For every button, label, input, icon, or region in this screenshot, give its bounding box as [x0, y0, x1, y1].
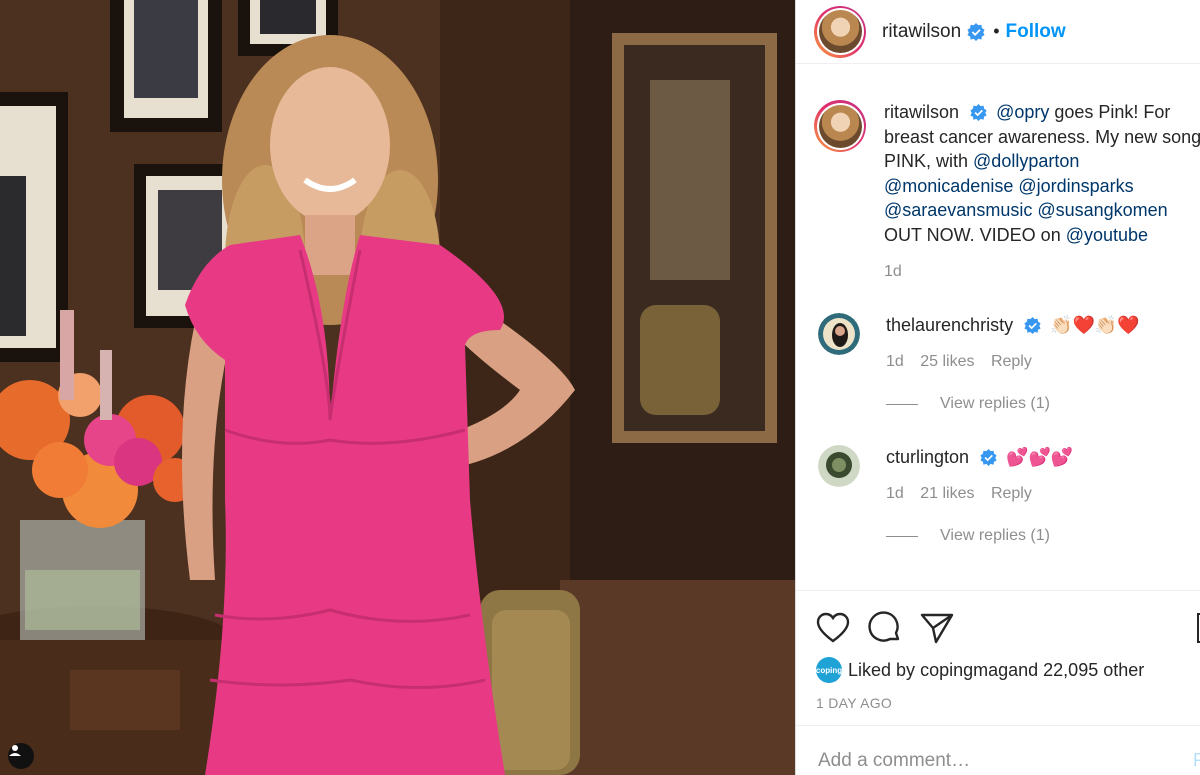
author-avatar[interactable]	[814, 5, 866, 58]
add-comment-bar: P	[796, 725, 1200, 775]
comment-username[interactable]: thelaurenchristy	[886, 315, 1013, 335]
comment-age: 1d	[886, 353, 904, 370]
replies-divider	[886, 403, 918, 405]
liked-by-prefix: Liked by	[848, 659, 916, 680]
mention-link[interactable]: @youtube	[1066, 225, 1148, 245]
commenter-avatar[interactable]	[818, 445, 860, 487]
mention-link[interactable]: @dollyparton	[973, 151, 1079, 171]
mention-link[interactable]: @opry	[996, 102, 1049, 122]
caption-username[interactable]: ritawilson	[884, 102, 959, 122]
reply-button[interactable]: Reply	[991, 353, 1032, 370]
caption-body: @opry goes Pink! For breast cancer aware…	[884, 102, 1200, 245]
comment-username[interactable]: cturlington	[886, 447, 969, 467]
photo-illustration	[0, 0, 795, 775]
mention-link[interactable]: @susangkomen	[1037, 200, 1167, 220]
comment-item: cturlington 💕💕💕 1d 21 likes Reply	[796, 445, 1200, 503]
verified-badge-icon	[970, 104, 987, 121]
mirror	[612, 33, 777, 443]
post-timestamp: 1 DAY AGO	[816, 695, 893, 711]
header-separator: •	[993, 21, 1000, 41]
mention-link[interactable]: @saraevansmusic	[884, 200, 1032, 220]
comment-text: 💕💕💕	[1006, 447, 1074, 467]
post-caption: ritawilson @opry goes Pink! For breast c…	[796, 100, 1200, 281]
caption-text-segment: OUT NOW. VIDEO on	[884, 224, 1066, 245]
replies-divider	[886, 535, 918, 537]
view-replies-label: View replies (1)	[940, 395, 1050, 412]
tagged-user-icon[interactable]	[8, 743, 34, 769]
commenter-avatar[interactable]	[818, 313, 860, 355]
post-photo[interactable]	[0, 0, 795, 775]
verified-badge-icon	[967, 22, 985, 41]
comment-age: 1d	[886, 485, 904, 502]
wall-frame	[0, 92, 68, 362]
comments-list: ritawilson @opry goes Pink! For breast c…	[796, 100, 1200, 545]
caption-author-avatar[interactable]	[814, 100, 866, 152]
reply-button[interactable]: Reply	[991, 485, 1032, 502]
heart-icon[interactable]	[816, 612, 850, 644]
liked-by: coping Liked by copingmag and 22,095 oth…	[816, 657, 1200, 683]
post-comment-button[interactable]: P	[1193, 750, 1200, 771]
liked-by-suffix[interactable]: and 22,095 other	[1008, 660, 1144, 681]
liked-by-avatar[interactable]: coping	[816, 657, 842, 683]
post-actions: coping Liked by copingmag and 22,095 oth…	[796, 590, 1200, 711]
comment-likes[interactable]: 21 likes	[920, 485, 974, 502]
author-username[interactable]: ritawilson	[882, 21, 961, 43]
mention-link[interactable]: @monicadenise	[884, 176, 1013, 196]
caption-text: ritawilson @opry goes Pink! For breast c…	[884, 100, 1200, 247]
view-replies-label: View replies (1)	[940, 527, 1050, 544]
caption-age: 1d	[884, 263, 902, 280]
comment-item: thelaurenchristy 👏🏻❤️👏🏻❤️ 1d 25 likes Re…	[796, 313, 1200, 371]
verified-badge-icon	[1024, 317, 1041, 334]
comment-likes[interactable]: 25 likes	[920, 353, 974, 370]
comment-input[interactable]	[818, 750, 1178, 772]
comment-bubble-icon[interactable]	[868, 611, 902, 645]
view-replies-button[interactable]: View replies (1)	[886, 527, 1200, 545]
liked-by-user[interactable]: copingmag	[920, 660, 1008, 681]
view-replies-button[interactable]: View replies (1)	[886, 395, 1200, 413]
mention-link[interactable]: @jordinsparks	[1018, 176, 1133, 196]
wall-frame	[110, 0, 222, 132]
verified-badge-icon	[980, 449, 997, 466]
comment-text: 👏🏻❤️👏🏻❤️	[1050, 315, 1140, 335]
post-side-panel: ritawilson • Follow ritawilson @opry goe…	[795, 0, 1200, 775]
paper-plane-icon[interactable]	[920, 612, 954, 644]
post-header: ritawilson • Follow	[796, 0, 1200, 64]
follow-button[interactable]: Follow	[1006, 21, 1066, 43]
